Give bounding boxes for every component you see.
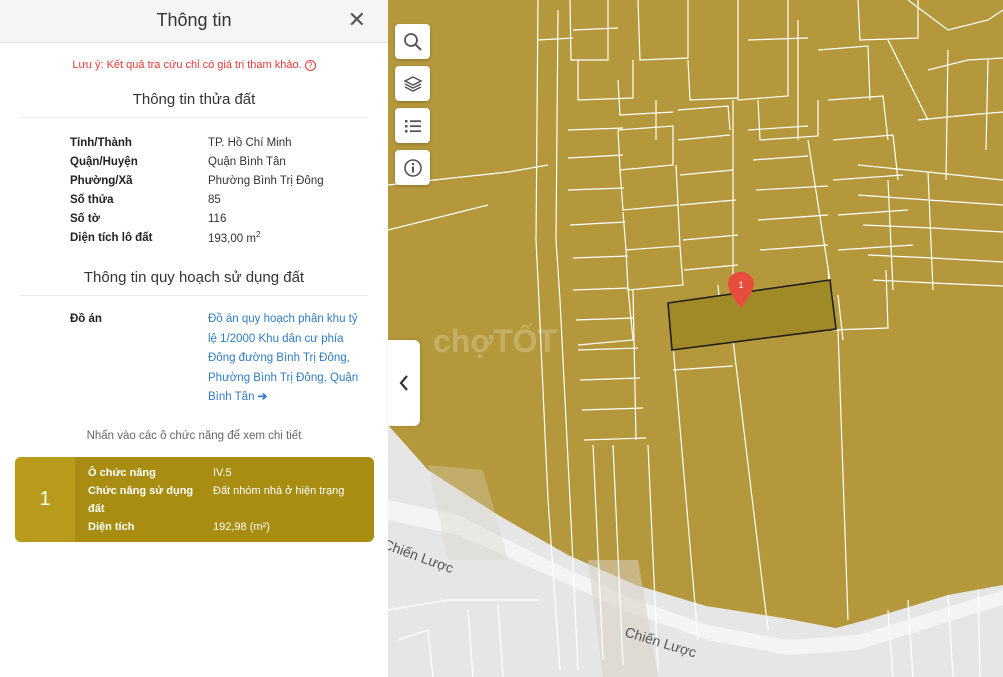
row-value: Phường Bình Trị Đông: [208, 174, 324, 187]
planning-section-title: Thông tin quy hoạch sử dụng đất: [20, 269, 368, 296]
chevron-left-icon: [399, 375, 408, 391]
card-label: Ô chức năng: [88, 467, 156, 479]
row-value: Quận Bình Tân: [208, 155, 286, 168]
list-icon: [404, 119, 421, 132]
warning-note: Lưu ý: Kết quả tra cứu chỉ có giá trị th…: [0, 59, 388, 71]
parcel-row: Tỉnh/Thành TP. Hồ Chí Minh: [70, 133, 388, 152]
card-label: Diện tích: [88, 521, 135, 533]
watermark: chợTỐT: [433, 323, 558, 359]
row-value: 193,00 m2: [208, 230, 260, 245]
function-card-number: 1: [15, 457, 75, 542]
warning-text: Lưu ý: Kết quả tra cứu chỉ có giá trị th…: [72, 59, 302, 71]
info-icon: [403, 158, 422, 177]
plan-row: Đồ án Đồ án quy hoạch phân khu tỷ lệ 1/2…: [70, 313, 388, 408]
parcel-row: Số tờ 116: [70, 209, 388, 228]
card-label: Chức năng sử dụng đất: [88, 485, 194, 515]
panel-title: Thông tin: [156, 10, 232, 30]
parcel-row: Diện tích lô đất 193,00 m2: [70, 228, 388, 247]
card-value: IV.5: [213, 467, 232, 479]
hint-text: Nhấn vào các ô chức năng để xem chi tiết: [86, 429, 302, 442]
row-value: 116: [208, 212, 227, 225]
info-panel: Thông tin ✕ Lưu ý: Kết quả tra cứu chỉ c…: [0, 0, 388, 677]
plan-link-text[interactable]: Đồ án quy hoạch phân khu tỷ lệ 1/2000 Kh…: [208, 313, 358, 403]
info-button[interactable]: [395, 150, 430, 185]
map-canvas[interactable]: 1 chợTỐT Chiến Lược Chiến Lược: [388, 0, 1003, 677]
panel-header: Thông tin ✕: [0, 0, 388, 43]
collapse-panel-button[interactable]: [388, 340, 420, 426]
close-icon[interactable]: ✕: [348, 9, 366, 31]
card-row: Chức năng sử dụng đất Đất nhóm nhà ở hiện…: [88, 482, 363, 518]
parcel-row: Quận/Huyện Quận Bình Tân: [70, 152, 388, 171]
row-label: Tỉnh/Thành: [70, 136, 132, 149]
row-label: Phường/Xã: [70, 174, 133, 187]
parcel-row: Phường/Xã Phường Bình Trị Đông: [70, 171, 388, 190]
layers-icon: [402, 75, 423, 92]
marker-label: 1: [738, 280, 743, 290]
arrow-right-icon: ➔: [257, 391, 268, 403]
row-label: Quận/Huyện: [70, 155, 138, 168]
card-row: Diện tích 192,98 (m²): [88, 518, 363, 536]
row-label: Số thửa: [70, 193, 114, 206]
search-button[interactable]: [395, 24, 430, 59]
layers-button[interactable]: [395, 66, 430, 101]
parcel-info: Tỉnh/Thành TP. Hồ Chí Minh Quận/Huyện Quận…: [70, 133, 388, 247]
parcel-row: Số thửa 85: [70, 190, 388, 209]
area-value: 193,00 m: [208, 232, 256, 245]
row-value: TP. Hồ Chí Minh: [208, 136, 292, 149]
parcel-section-title: Thông tin thửa đất: [20, 91, 368, 118]
plan-label: Đồ án: [70, 313, 102, 325]
function-card[interactable]: 1 Ô chức năng IV.5 Chức năng sử dụng đất Đ…: [15, 457, 374, 542]
card-row: Ô chức năng IV.5: [88, 464, 363, 482]
row-label: Diện tích lô đất: [70, 231, 153, 244]
list-button[interactable]: [395, 108, 430, 143]
function-card-fields: Ô chức năng IV.5 Chức năng sử dụng đất Đất…: [88, 464, 363, 536]
area-unit-superscript: 2: [255, 230, 261, 240]
help-icon[interactable]: ?: [304, 60, 316, 71]
search-icon: [403, 32, 422, 51]
plan-link[interactable]: Đồ án quy hoạch phân khu tỷ lệ 1/2000 Kh…: [208, 310, 368, 408]
row-label: Số tờ: [70, 212, 100, 225]
card-value: Đất nhóm nhà ở hiện trạng: [213, 485, 345, 497]
row-value: 85: [208, 193, 221, 206]
card-value: 192,98 (m²): [213, 521, 270, 533]
